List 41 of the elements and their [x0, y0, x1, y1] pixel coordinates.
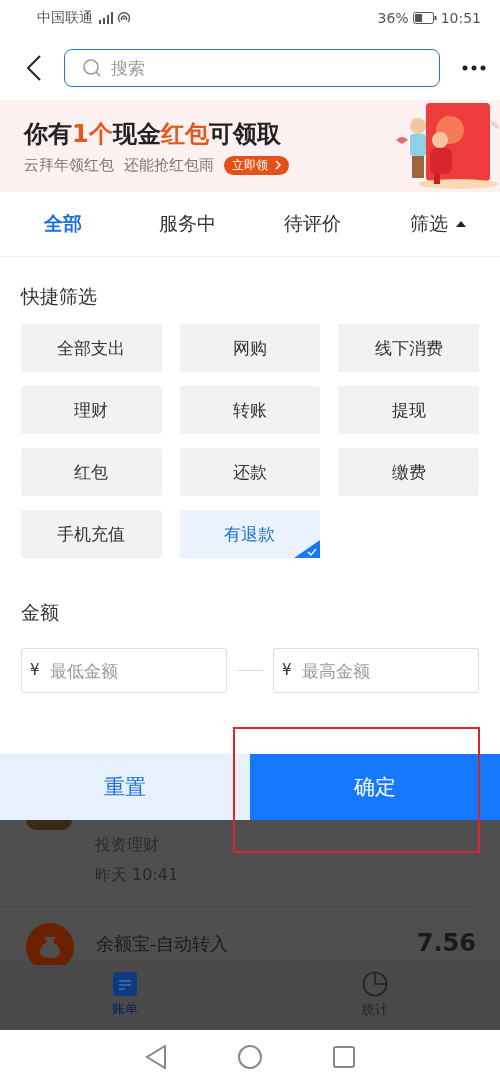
hotspot-icon — [117, 11, 131, 25]
filter-chip[interactable]: 红包 — [21, 448, 162, 496]
section-title: 快捷筛选 — [21, 284, 98, 309]
more-icon[interactable] — [462, 65, 486, 71]
filter-chip[interactable]: 全部支出 — [21, 324, 162, 372]
filter-chip[interactable]: 网购 — [179, 324, 321, 372]
banner-title: 你有1个现金红包可领取 — [24, 118, 282, 150]
filter-tab[interactable]: 全部 — [0, 211, 125, 237]
battery-percent: 36% — [377, 10, 409, 26]
promo-banner[interactable]: 你有1个现金红包可领取 云拜年领红包 还能抢红包雨 立即领 — [0, 100, 500, 192]
filter-chip[interactable]: 手机充值 — [21, 510, 162, 558]
clock-time: 10:51 — [440, 10, 481, 26]
recents-icon[interactable] — [332, 1045, 355, 1068]
claim-button[interactable]: 立即领 — [223, 155, 290, 175]
battery-icon — [412, 12, 437, 24]
section-title: 金额 — [21, 600, 60, 625]
bill-icon — [113, 972, 137, 996]
currency-symbol: ¥ — [30, 661, 40, 679]
signal-icon — [97, 12, 113, 24]
currency-symbol: ¥ — [282, 661, 292, 679]
search-icon — [82, 58, 102, 78]
filter-chip[interactable]: 转账 — [179, 386, 321, 434]
home-icon[interactable] — [238, 1044, 262, 1069]
filter-chip[interactable]: 还款 — [179, 448, 321, 496]
back-icon[interactable] — [26, 54, 42, 82]
filter-chip[interactable]: 理财 — [21, 386, 162, 434]
search-field[interactable]: 搜索 — [64, 49, 440, 87]
filter-tab[interactable]: 服务中 — [125, 211, 250, 237]
check-icon — [294, 540, 321, 558]
carrier-name: 中国联通 — [37, 9, 93, 27]
confirm-button[interactable]: 确定 — [250, 754, 500, 820]
filter-chip[interactable]: 线下消费 — [338, 324, 479, 372]
filter-chip[interactable]: 提现 — [338, 386, 479, 434]
filter-chip[interactable]: 有退款 — [179, 510, 321, 558]
filter-chip[interactable]: 缴费 — [338, 448, 479, 496]
pie-chart-icon — [362, 971, 388, 997]
reset-button[interactable]: 重置 — [0, 754, 250, 820]
filter-tab[interactable]: 待评价 — [250, 211, 375, 237]
chevron-icon — [275, 160, 282, 170]
filter-tab[interactable]: 筛选 — [375, 211, 500, 237]
banner-subtitle: 云拜年领红包 还能抢红包雨 — [24, 155, 214, 175]
